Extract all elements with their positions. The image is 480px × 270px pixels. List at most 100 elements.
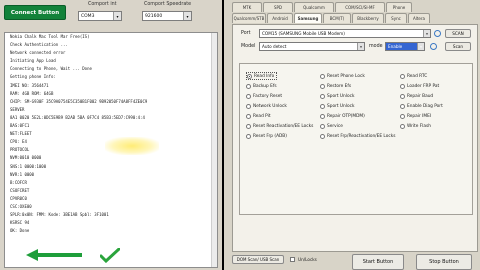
operation-option[interactable]: Read Pit <box>246 112 271 120</box>
log-scrollbar[interactable] <box>211 33 217 267</box>
log-pane: Connect Button Comport int COM3 ▾ Compor… <box>0 0 222 270</box>
refresh-icon[interactable] <box>434 30 441 37</box>
port-select[interactable]: COM15 (SAMSUNG Mobile USB Modem) ▾ <box>259 29 431 38</box>
radio-icon[interactable] <box>400 103 405 109</box>
radio-icon[interactable] <box>246 103 251 109</box>
operation-option[interactable]: Loader FRP Pat <box>400 82 439 90</box>
chevron-down-icon[interactable]: ▾ <box>183 12 191 20</box>
radio-icon[interactable] <box>400 93 405 99</box>
operation-option[interactable]: Factory Reset <box>246 92 282 100</box>
operation-label: Sport Unlock <box>327 103 355 109</box>
operation-label: Reset Frp (ADB) <box>253 133 287 139</box>
chevron-down-icon[interactable]: ▾ <box>113 12 121 20</box>
start-button[interactable]: Start Button <box>352 254 404 270</box>
unlocker-checkbox[interactable] <box>290 257 295 262</box>
radio-icon[interactable] <box>400 73 405 79</box>
log-line: CHIP: SM-G930F 35C9A0754E5C350B1F002 9B9… <box>10 98 148 104</box>
dl-scan-button[interactable]: DOM Scan/ USB Scan <box>232 255 284 264</box>
operation-label: Write Flash <box>407 123 431 129</box>
operation-option[interactable]: Reset Phone Lock <box>320 72 365 80</box>
radio-icon[interactable] <box>400 83 405 89</box>
radio-icon[interactable] <box>246 123 251 129</box>
model-scan-button[interactable]: Scan <box>445 42 471 51</box>
radio-icon[interactable] <box>246 93 251 99</box>
radio-icon[interactable] <box>246 133 251 139</box>
radio-icon[interactable] <box>320 123 325 129</box>
operation-option[interactable]: Reset Reactivation/EE Locks <box>246 122 313 130</box>
operation-option[interactable]: Reset Frp/Reactivation/EE Locks <box>320 132 395 140</box>
operation-option[interactable]: Read Info <box>246 72 278 80</box>
radio-icon[interactable] <box>320 93 325 99</box>
operation-option[interactable]: Sport Unlock <box>320 92 354 100</box>
radio-icon[interactable] <box>246 83 251 89</box>
operation-option[interactable]: Sport Unlock <box>320 102 354 110</box>
tab-sync[interactable]: Sync <box>385 13 407 23</box>
radio-icon[interactable] <box>320 73 325 79</box>
log-line: BAS:0FC1 <box>10 123 30 129</box>
port-scan-button[interactable]: SCAN <box>445 29 471 38</box>
operation-option[interactable]: Repair IMEI <box>400 112 431 120</box>
chevron-down-icon[interactable]: ▾ <box>423 30 430 37</box>
log-output[interactable]: Nokia Chalk Mac Tool Mar Free(IS) Check A… <box>4 32 218 268</box>
radio-icon[interactable] <box>246 113 251 119</box>
refresh-icon[interactable] <box>430 43 437 50</box>
operation-label: Reset Frp/Reactivation/EE Locks <box>327 133 396 139</box>
log-line: CPVR0C0 <box>10 195 27 201</box>
model-select[interactable]: Auto detect ▾ <box>259 42 365 51</box>
comport-speed-label: Comport Speedrate <box>144 2 192 7</box>
radio-icon[interactable] <box>247 73 252 79</box>
radio-icon[interactable] <box>400 113 405 119</box>
tab-com-sci-si-mf[interactable]: COM/SCI/SI-MF <box>335 2 385 12</box>
tab-bcm-t-[interactable]: BCM(T) <box>323 13 351 23</box>
comport-select[interactable]: COM3 ▾ <box>78 11 122 21</box>
log-line: NVM:0010 0000 <box>10 155 42 161</box>
mode-select[interactable]: Enable ▾ <box>385 42 425 51</box>
operation-option[interactable]: Repair OTP(MDM) <box>320 112 365 120</box>
log-line: SPLR:0x0N: FMM: Kode: 3BE1AB Spbl: 3F100… <box>10 212 109 218</box>
chevron-down-icon[interactable]: ▾ <box>417 43 424 50</box>
tab-blackberry[interactable]: Blackberry <box>352 13 384 23</box>
connect-button[interactable]: Connect Button <box>4 5 66 20</box>
operation-label: Factory Reset <box>253 93 283 99</box>
log-line: Getting phone Info: <box>10 74 56 80</box>
operation-label: Repair IMEI <box>407 113 432 119</box>
radio-icon[interactable] <box>400 123 405 129</box>
operation-label: Backup Efs <box>253 83 277 89</box>
tab-qualcomm[interactable]: Qualcomm <box>294 2 334 12</box>
tab-altera[interactable]: Altera <box>408 13 430 23</box>
operation-option[interactable]: Read RTC <box>400 72 427 80</box>
mode-value: Enable <box>388 44 403 49</box>
tab-android[interactable]: Android <box>267 13 293 23</box>
radio-icon[interactable] <box>320 133 325 139</box>
log-line: B:COFCR <box>10 179 27 185</box>
log-line: IMEI NO: 3564471 <box>10 82 49 88</box>
stop-button[interactable]: Stop Button <box>416 254 472 270</box>
radio-icon[interactable] <box>320 83 325 89</box>
radio-icon[interactable] <box>320 113 325 119</box>
operation-option[interactable]: Network Unlock <box>246 102 287 110</box>
tab-row-2: Qualcomm/STB Android Samsung BCM(T) Blackber… <box>232 13 431 23</box>
operation-option[interactable]: Write Flash <box>400 122 431 130</box>
comport-speed-value: 921600 <box>145 13 163 19</box>
port-value: COM15 (SAMSUNG Mobile USB Modem) <box>262 31 345 36</box>
operation-option[interactable]: Enable Diag Port <box>400 102 443 110</box>
operation-option[interactable]: Restore Efs <box>320 82 351 90</box>
operation-label: Restore Efs <box>327 83 352 89</box>
tab-samsung[interactable]: Samsung <box>294 13 322 23</box>
tab-qualcomm-stb[interactable]: Qualcomm/STB <box>232 13 266 23</box>
comport-speed-select[interactable]: 921600 ▾ <box>142 11 192 21</box>
tab-spd[interactable]: SPD <box>263 2 293 12</box>
log-line: CSOFCRET <box>10 187 30 193</box>
radio-icon[interactable] <box>320 103 325 109</box>
log-line: Nokia Chalk Mac Tool Mar Free(IS) <box>10 34 90 39</box>
operation-option[interactable]: Service <box>320 122 343 130</box>
operation-option[interactable]: Reset Frp (ADB) <box>246 132 287 140</box>
model-label: Model <box>241 44 256 49</box>
chevron-down-icon[interactable]: ▾ <box>357 43 364 50</box>
operation-option[interactable]: Repair Baud <box>400 92 433 100</box>
operation-option[interactable]: Backup Efs <box>246 82 277 90</box>
operation-label: Repair Baud <box>407 93 434 99</box>
operation-label: Network Unlock <box>253 103 287 109</box>
tab-mtk[interactable]: MTK <box>232 2 262 12</box>
tab-phone[interactable]: Phone <box>386 2 412 12</box>
